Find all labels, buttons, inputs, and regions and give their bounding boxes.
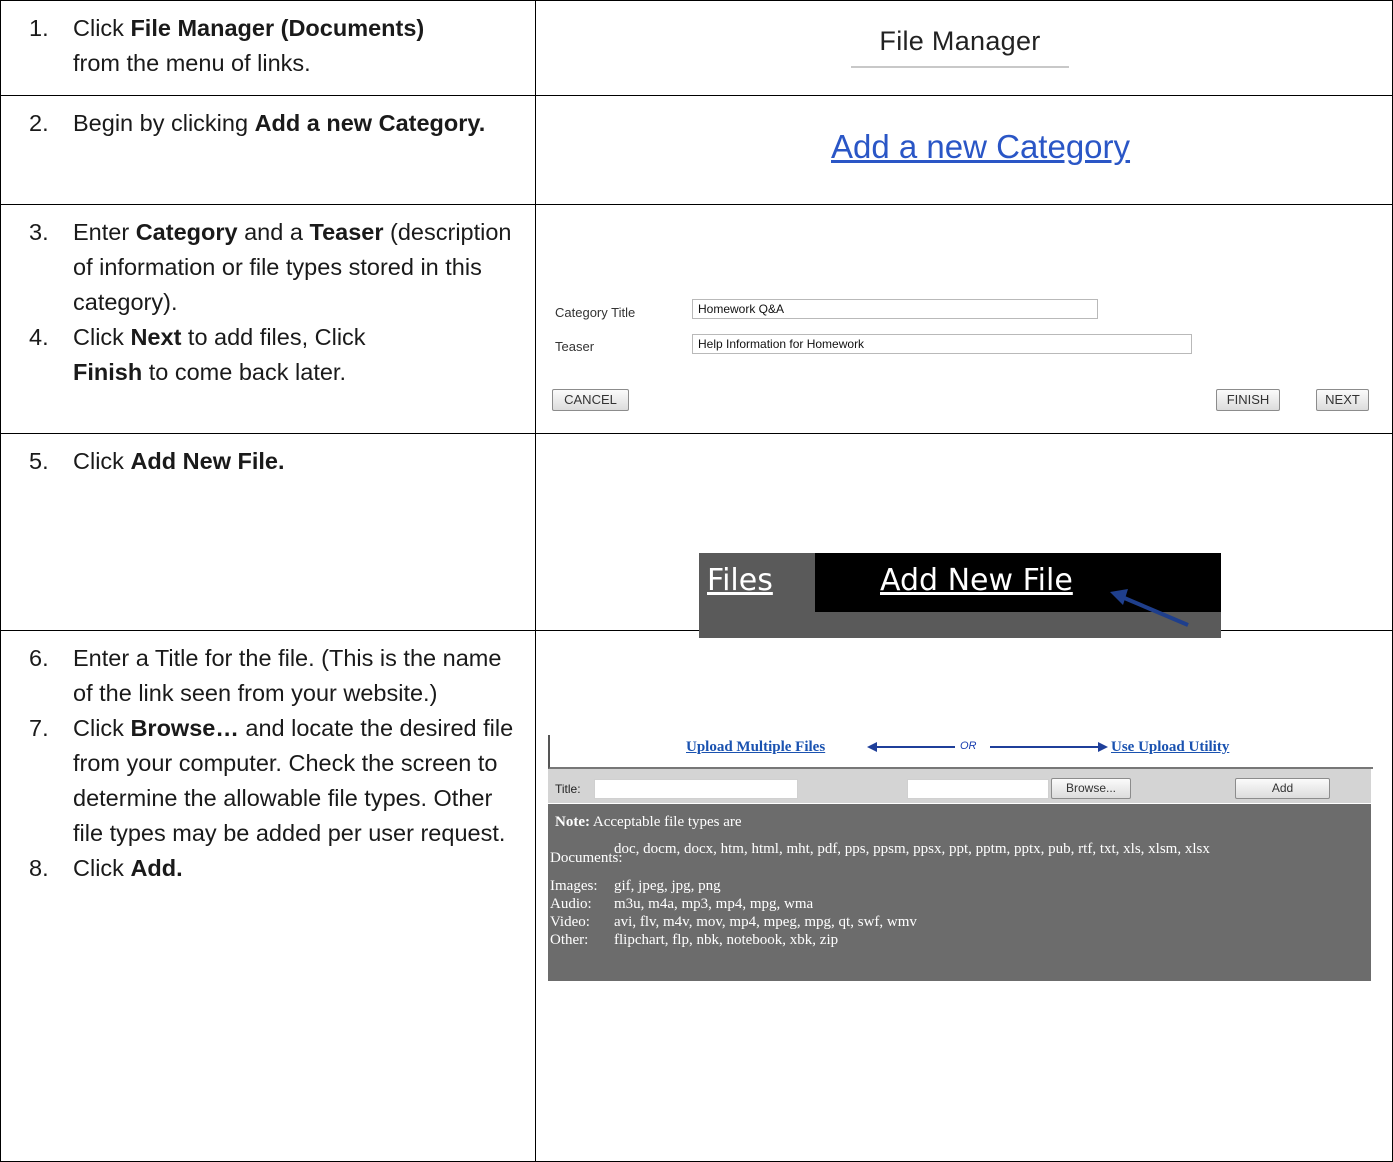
teaser-label: Teaser — [555, 339, 595, 354]
add-button[interactable]: Add — [1235, 778, 1330, 799]
file-title-input[interactable] — [594, 779, 798, 799]
next-button[interactable]: NEXT — [1316, 389, 1369, 411]
file-manager-title: File Manager — [879, 26, 1041, 56]
add-category-link[interactable]: Add a new Category — [831, 128, 1130, 166]
files-tab[interactable]: Files — [707, 563, 773, 598]
file-path-input[interactable] — [907, 779, 1049, 799]
step-8: 8. Click Add. — [29, 855, 183, 881]
step-cell: 5. Click Add New File. — [0, 433, 536, 631]
right-arrow-icon — [990, 742, 1108, 752]
step-4: 4. Click Next to add files, Click Finish… — [29, 324, 366, 385]
step-cell: 1. Click File Manager (Documents) from t… — [0, 0, 536, 96]
category-title-input[interactable]: Homework Q&A — [692, 299, 1098, 319]
table-row: 3. Enter Category and a Teaser (descript… — [0, 204, 1393, 434]
file-type-row: Audio: m3u, m4a, mp3, mp4, mpg, wma — [550, 896, 814, 912]
use-upload-utility-link[interactable]: Use Upload Utility — [1111, 739, 1229, 756]
teaser-input[interactable]: Help Information for Homework — [692, 334, 1192, 354]
step-2: 2. Begin by clicking Add a new Category. — [29, 110, 486, 136]
file-type-row: Video: avi, flv, m4v, mov, mp4, mpeg, mpg… — [550, 914, 917, 930]
step-cell: 2. Begin by clicking Add a new Category. — [0, 95, 536, 205]
add-new-file-tab[interactable]: Add New File — [880, 563, 1073, 598]
upload-multiple-files-link[interactable]: Upload Multiple Files — [686, 739, 825, 756]
divider — [851, 66, 1069, 68]
file-manager-menu-item[interactable]: File Manager — [851, 26, 1069, 68]
step-cell: 3. Enter Category and a Teaser (descript… — [0, 204, 536, 434]
file-title-label: Title: — [555, 782, 581, 796]
cancel-button[interactable]: CANCEL — [552, 389, 629, 411]
pointer-arrow-icon — [1110, 589, 1189, 627]
left-arrow-icon — [867, 742, 955, 752]
step-5: 5. Click Add New File. — [29, 448, 285, 474]
or-separator: OR — [960, 740, 977, 752]
step-3: 3. Enter Category and a Teaser (descript… — [29, 219, 512, 315]
file-type-row: Images: gif, jpeg, jpg, png — [550, 878, 721, 894]
finish-button[interactable]: FINISH — [1216, 389, 1280, 411]
category-title-label: Category Title — [555, 305, 636, 320]
browse-button[interactable]: Browse... — [1051, 778, 1131, 799]
step-7: 7. Click Browse… and locate the desired … — [29, 715, 514, 846]
step-6: 6. Enter a Title for the file. (This is … — [29, 645, 502, 706]
step-1: 1. Click File Manager (Documents) from t… — [29, 15, 425, 76]
file-type-row: Documents:doc, docm, docx, htm, html, mh… — [550, 841, 1210, 866]
step-cell: 6. Enter a Title for the file. (This is … — [0, 630, 536, 1162]
table-row: 2. Begin by clicking Add a new Category. — [0, 95, 1393, 205]
table-row: 1. Click File Manager (Documents) from t… — [0, 0, 1393, 96]
file-type-row: Other: flipchart, flp, nbk, notebook, xbk… — [550, 932, 839, 948]
note-heading: Note: Acceptable file types are — [555, 814, 742, 830]
file-types-note: Note: Acceptable file types are Document… — [548, 804, 1371, 981]
